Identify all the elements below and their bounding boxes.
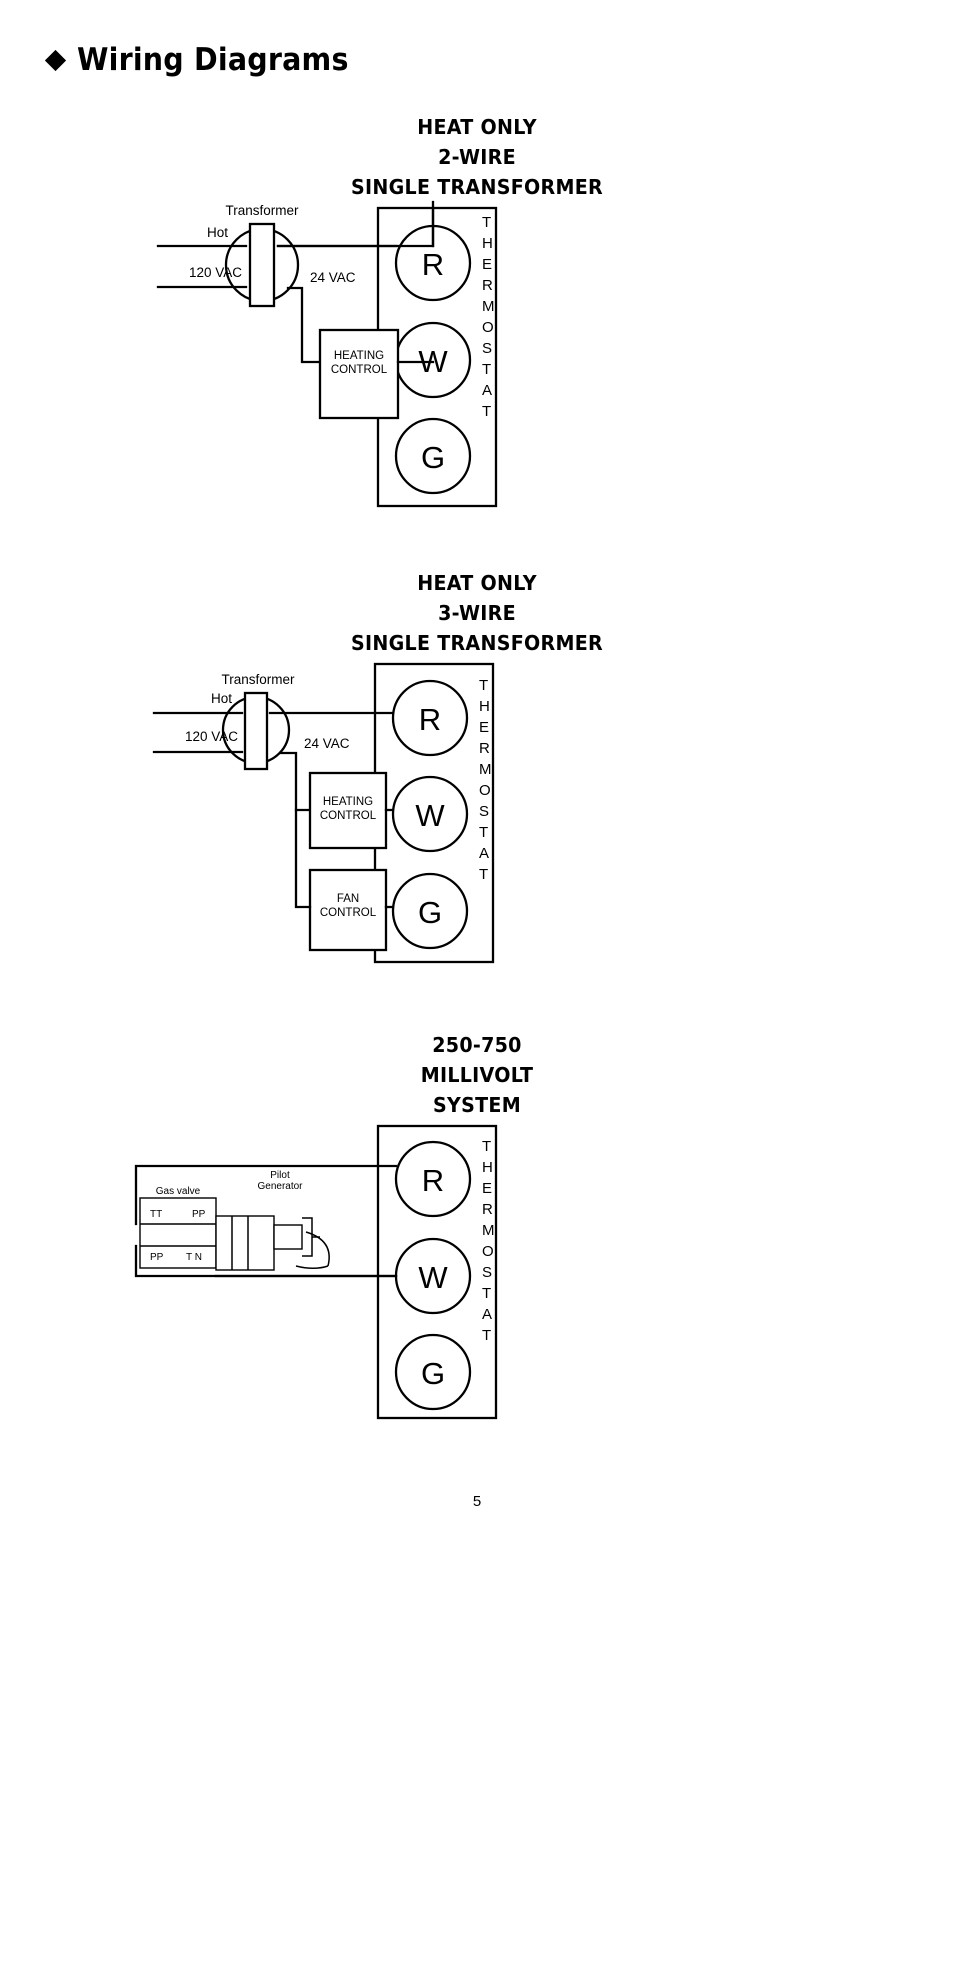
page-title-text: Wiring Diagrams [77,42,349,78]
svg-text:E: E [482,1180,492,1197]
svg-text:E: E [482,256,492,273]
svg-text:R: R [482,1201,493,1218]
svg-text:A: A [482,1306,492,1323]
svg-text:T: T [482,1285,491,1302]
svg-text:H: H [482,1159,493,1176]
svg-text:T: T [479,824,488,841]
terminal-label-w: W [415,798,445,833]
control-voltage-label: 24 VAC [304,736,350,751]
gas-valve-terminal: T N [186,1252,202,1263]
heading-line: MILLIVOLT [420,1063,534,1087]
pilot-generator-line: Pilot [270,1170,290,1181]
svg-text:A: A [482,382,492,399]
heating-control-line: HEATING [323,796,373,808]
heading-line: HEAT ONLY [417,115,537,139]
terminal-label-r: R [422,1163,444,1198]
svg-text:T: T [482,1327,491,1344]
diagram-heading: HEAT ONLY 2-WIRE SINGLE TRANSFORMER [33,112,920,202]
diagram-heading: 250-750 MILLIVOLT SYSTEM [33,1030,920,1120]
svg-text:M: M [482,1222,495,1239]
fan-control-line: CONTROL [320,907,377,919]
diagram-heat-only-2-wire: HEAT ONLY 2-WIRE SINGLE TRANSFORMER R W … [0,112,954,522]
svg-text:T: T [479,866,488,883]
pilot-generator-tube [273,1224,303,1250]
heading-line: HEAT ONLY [417,571,537,595]
fan-control-line: FAN [337,893,359,905]
terminal-label-g: G [421,1356,445,1391]
line-voltage-label: 120 VAC [185,729,238,744]
heading-line: 250-750 [432,1033,522,1057]
svg-text:R: R [479,740,490,757]
terminal-label-w: W [418,1260,448,1295]
diamond-bullet-icon [44,49,67,71]
terminal-label-g: G [418,895,442,930]
hot-label: Hot [207,225,228,240]
transformer-label: Transformer [221,672,295,687]
page-title: Wiring Diagrams [44,42,372,78]
svg-text:T: T [482,1138,491,1155]
svg-text:M: M [479,761,492,778]
diagram-canvas: R W G T H E R M O S T A T Transformer Ho… [0,658,954,978]
thermopile-body [215,1215,275,1271]
transformer-label: Transformer [225,203,299,218]
control-voltage-label: 24 VAC [310,270,356,285]
svg-text:S: S [479,803,489,820]
svg-text:S: S [482,1264,492,1281]
line-voltage-label: 120 VAC [189,265,242,280]
gas-valve-label: Gas valve [156,1186,201,1197]
svg-text:O: O [482,319,494,336]
page-number: 5 [472,1493,482,1510]
svg-text:T: T [482,214,491,231]
hot-label: Hot [211,691,232,706]
diagram-millivolt-system: 250-750 MILLIVOLT SYSTEM R W G T H E R M… [0,1030,954,1430]
svg-text:S: S [482,340,492,357]
svg-text:H: H [482,235,493,252]
pilot-generator-line: Generator [257,1181,303,1192]
terminal-label-r: R [422,247,444,282]
gas-valve-terminal: TT [150,1209,162,1220]
terminal-label-r: R [419,702,441,737]
svg-text:R: R [482,277,493,294]
svg-text:A: A [479,845,489,862]
heading-line: SYSTEM [433,1093,521,1117]
terminal-label-g: G [421,440,445,475]
svg-text:E: E [479,719,489,736]
svg-text:T: T [479,677,488,694]
heading-line: 3-WIRE [438,601,516,625]
diagram-heat-only-3-wire: HEAT ONLY 3-WIRE SINGLE TRANSFORMER R W … [0,568,954,978]
svg-text:T: T [482,361,491,378]
heading-line: 2-WIRE [438,145,516,169]
diagram-canvas: R W G T H E R M O S T A T Transformer Ho… [0,200,954,522]
heading-line: SINGLE TRANSFORMER [350,631,603,655]
heating-control-line: HEATING [334,350,384,362]
svg-text:T: T [482,403,491,420]
heading-line: SINGLE TRANSFORMER [350,175,603,199]
diagram-canvas: R W G T H E R M O S T A T Gas valve TT P… [0,1120,954,1430]
gas-valve-terminal: PP [192,1209,206,1220]
heating-control-line: CONTROL [331,364,388,376]
svg-text:H: H [479,698,490,715]
svg-text:O: O [479,782,491,799]
gas-valve-terminal: PP [150,1252,164,1263]
diagram-heading: HEAT ONLY 3-WIRE SINGLE TRANSFORMER [33,568,920,658]
svg-text:M: M [482,298,495,315]
heating-control-line: CONTROL [320,810,377,822]
svg-text:O: O [482,1243,494,1260]
